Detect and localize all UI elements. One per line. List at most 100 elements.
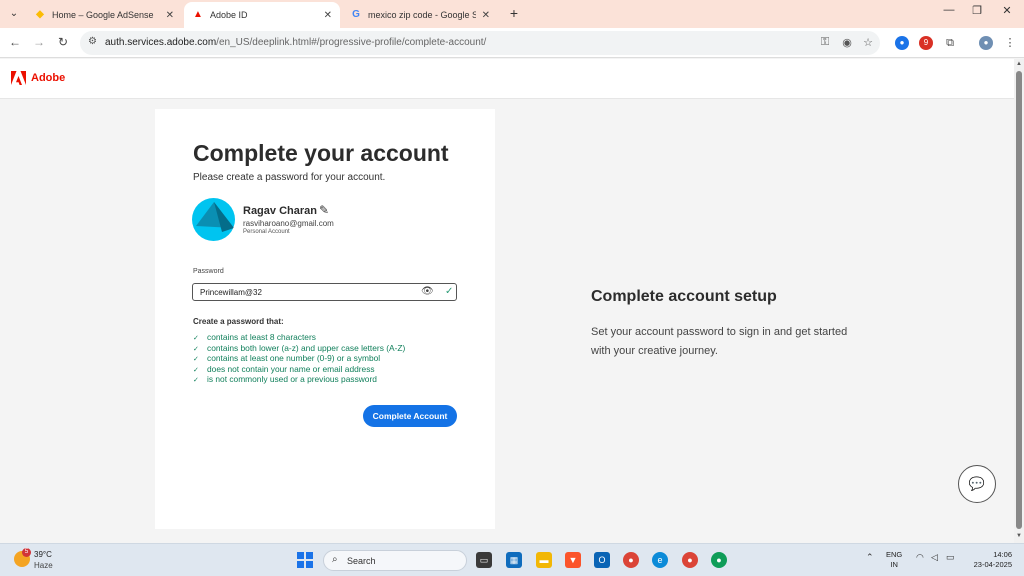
- task-view-icon[interactable]: ▭: [476, 552, 492, 568]
- volume-icon[interactable]: ◁: [931, 552, 938, 563]
- outlook-icon[interactable]: O: [594, 552, 610, 568]
- url-path: /en_US/deeplink.html#/progressive-profil…: [216, 37, 487, 48]
- requirement-item: ✓ does not contain your name or email add…: [193, 364, 405, 375]
- scrollbar-thumb[interactable]: [1016, 71, 1022, 529]
- show-password-icon[interactable]: 👁: [421, 286, 434, 297]
- close-tab-icon[interactable]: ✕: [166, 10, 174, 21]
- chrome-profile-2-icon[interactable]: ●: [711, 552, 727, 568]
- edit-pencil-icon[interactable]: ✎: [319, 203, 329, 217]
- region-code: IN: [890, 560, 898, 569]
- browser-toolbar: ← → ↻ ⚙ auth.services.adobe.com/en_US/de…: [0, 28, 1024, 58]
- profile-avatar[interactable]: ●: [979, 36, 993, 50]
- check-icon: ✓: [193, 377, 199, 385]
- extension-icon[interactable]: ●: [895, 36, 909, 50]
- address-bar[interactable]: ⚙ auth.services.adobe.com/en_US/deeplink…: [80, 31, 880, 55]
- avatar: [192, 198, 235, 241]
- wifi-icon[interactable]: ◠: [916, 552, 924, 563]
- back-icon[interactable]: ←: [7, 35, 23, 49]
- password-field[interactable]: Princewillam@32 👁 ✓: [192, 283, 457, 301]
- password-value[interactable]: Princewillam@32: [200, 288, 262, 297]
- tab-title: Adobe ID: [210, 10, 248, 20]
- setup-description: Set your account password to sign in and…: [591, 326, 848, 357]
- scroll-up-icon[interactable]: ▲: [1016, 61, 1022, 67]
- new-tab-button[interactable]: +: [506, 5, 522, 21]
- adobe-logo[interactable]: Adobe: [11, 71, 65, 85]
- url-host: auth.services.adobe.com: [105, 37, 217, 48]
- clock-date: 23-04-2025: [973, 560, 1012, 569]
- forward-icon[interactable]: →: [31, 35, 47, 49]
- user-email: rasviharoano@gmail.com: [243, 219, 334, 228]
- google-icon: G: [352, 9, 360, 20]
- more-menu-icon[interactable]: ⋮: [1003, 36, 1017, 50]
- taskbar-search[interactable]: ⌕ Search: [323, 550, 467, 571]
- requirement-text: contains both lower (a-z) and upper case…: [207, 342, 406, 353]
- complete-account-card: Complete your account Please create a pa…: [155, 109, 495, 529]
- file-explorer-icon[interactable]: ▬: [536, 552, 552, 568]
- adobe-header: Adobe: [0, 59, 1014, 99]
- page-subtitle: Please create a password for your accoun…: [193, 172, 386, 183]
- requirement-item: ✓ is not commonly used or a previous pass…: [193, 374, 405, 385]
- tab-adsense[interactable]: ◆ Home – Google AdSense ✕: [26, 2, 182, 28]
- close-window-icon[interactable]: ✕: [997, 4, 1017, 17]
- clock[interactable]: 14:06 23-04-2025: [966, 550, 1012, 570]
- show-hidden-icons-icon[interactable]: ⌃: [866, 552, 874, 563]
- requirement-item: ✓ contains at least 8 characters: [193, 332, 405, 343]
- requirement-item: ✓ contains at least one number (0-9) or a…: [193, 353, 405, 364]
- complete-account-button[interactable]: Complete Account: [363, 405, 457, 427]
- temperature[interactable]: 39°C: [34, 550, 52, 559]
- tab-adobe-id[interactable]: ▲ Adobe ID ✕: [184, 2, 340, 28]
- chrome-profile-icon[interactable]: ●: [682, 552, 698, 568]
- adobe-icon: ▲: [193, 9, 203, 20]
- brave-browser-icon[interactable]: ▼: [565, 552, 581, 568]
- weather-badge: 5: [22, 548, 31, 557]
- requirement-text: contains at least 8 characters: [207, 332, 316, 342]
- eye-off-icon[interactable]: ◉: [840, 36, 854, 49]
- requirements-list: ✓ contains at least 8 characters ✓ contain…: [193, 332, 405, 385]
- search-label: Search: [347, 556, 376, 566]
- url-text[interactable]: auth.services.adobe.com/en_US/deeplink.h…: [105, 37, 486, 48]
- extensions-puzzle-icon[interactable]: ⧉: [943, 36, 957, 50]
- close-tab-icon[interactable]: ✕: [324, 10, 332, 21]
- chat-icon: 💬: [968, 476, 986, 491]
- page-title: Complete your account: [193, 140, 449, 166]
- chat-support-button[interactable]: 💬: [958, 465, 996, 503]
- clock-time: 14:06: [993, 550, 1012, 559]
- battery-icon[interactable]: ▭: [946, 552, 955, 563]
- user-name: Ragav Charan: [243, 205, 317, 217]
- language-indicator[interactable]: ENG IN: [886, 550, 902, 570]
- requirements-heading: Create a password that:: [193, 317, 284, 326]
- tab-title: mexico zip code - Google Searc: [368, 10, 476, 20]
- bookmark-star-icon[interactable]: ☆: [861, 36, 875, 49]
- adsense-icon: ◆: [36, 9, 44, 20]
- chrome-icon[interactable]: ●: [623, 552, 639, 568]
- tab-title: Home – Google AdSense: [52, 10, 154, 20]
- requirement-text: is not commonly used or a previous passw…: [207, 374, 377, 385]
- reload-icon[interactable]: ↻: [55, 35, 71, 49]
- extension-badge-icon[interactable]: 9: [919, 36, 933, 50]
- store-icon[interactable]: ▦: [506, 552, 522, 568]
- windows-taskbar: 5 39°C Haze ⌕ Search ▭ ▦ ▬ ▼ O ● e ● ● ⌃…: [0, 543, 1024, 576]
- minimize-icon[interactable]: —: [939, 4, 959, 16]
- weather-condition[interactable]: Haze: [34, 561, 53, 570]
- password-key-icon[interactable]: ⚿: [818, 36, 832, 49]
- requirement-text: does not contain your name or email addr…: [207, 363, 375, 374]
- brand-name: Adobe: [31, 72, 66, 84]
- password-label: Password: [193, 268, 224, 275]
- language-code: ENG: [886, 550, 903, 559]
- requirement-item: ✓ contains both lower (a-z) and upper cas…: [193, 343, 405, 354]
- page-content: Adobe Complete your account Please creat…: [0, 59, 1014, 543]
- setup-title: Complete account setup: [591, 288, 777, 305]
- restore-icon[interactable]: ❐: [967, 4, 987, 17]
- site-info-icon[interactable]: ⚙: [88, 36, 97, 47]
- close-tab-icon[interactable]: ✕: [482, 10, 490, 21]
- valid-check-icon: ✓: [445, 286, 454, 297]
- page-scrollbar[interactable]: ▲ ▼: [1014, 59, 1024, 543]
- tab-search-button[interactable]: ⌄: [6, 6, 22, 22]
- edge-icon[interactable]: e: [652, 552, 668, 568]
- adobe-logo-icon: [11, 71, 26, 85]
- avatar-shape-icon: [196, 202, 234, 232]
- search-icon: ⌕: [332, 554, 338, 565]
- scroll-down-icon[interactable]: ▼: [1016, 533, 1022, 539]
- tab-google-search[interactable]: G mexico zip code - Google Searc ✕: [342, 2, 498, 28]
- start-windows-icon[interactable]: [297, 552, 313, 568]
